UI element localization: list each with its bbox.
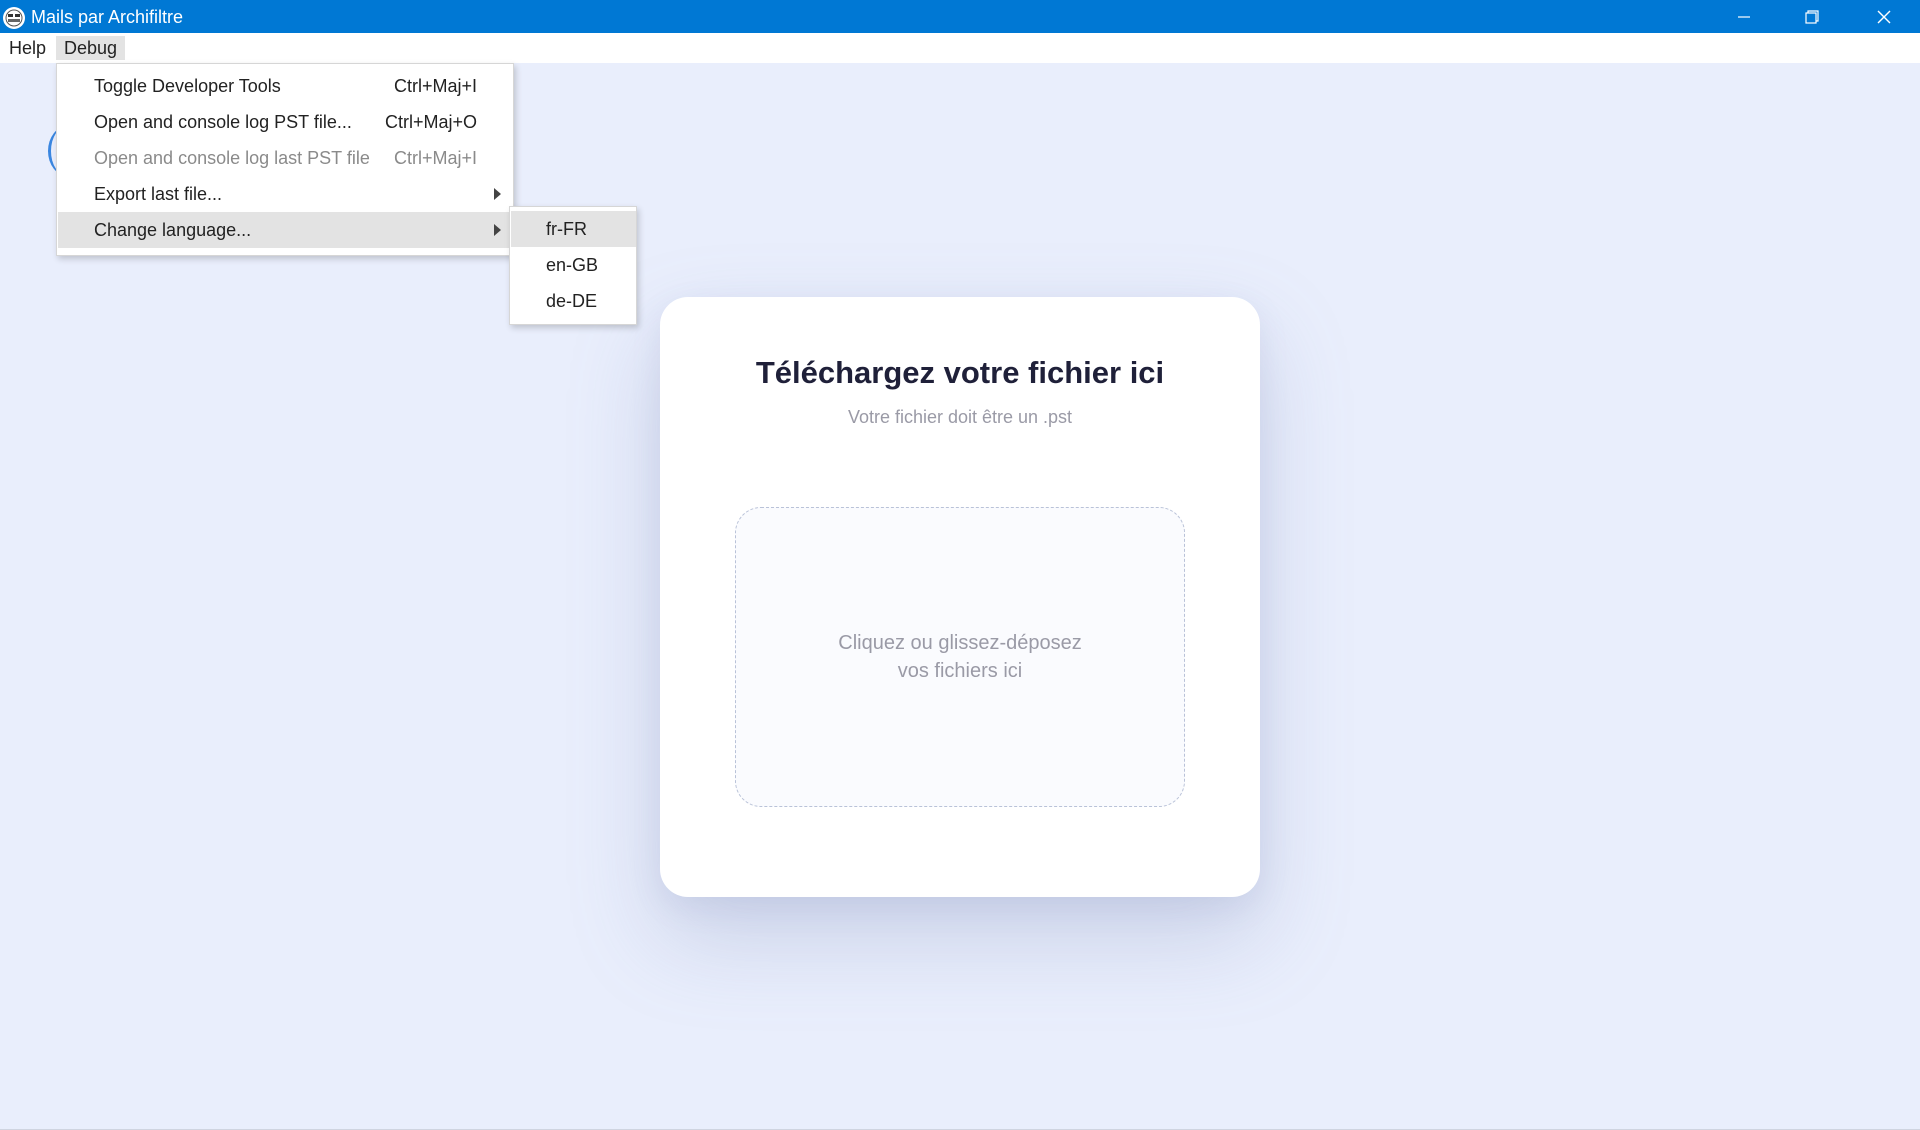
file-dropzone[interactable]: Cliquez ou glissez-déposez vos fichiers …: [735, 507, 1185, 807]
upload-subtitle: Votre fichier doit être un .pst: [847, 407, 1073, 427]
minimize-button[interactable]: [1710, 0, 1778, 33]
menu-item-label: Open and console log PST file...: [94, 112, 352, 132]
menu-item-change-language[interactable]: Change language...: [58, 212, 513, 248]
submenu-arrow-icon: [494, 224, 501, 236]
language-option-label: fr-FR: [546, 219, 587, 239]
window-title: Mails par Archifiltre: [31, 7, 184, 27]
dropzone-text-line-1: Cliquez ou glissez-déposez: [838, 632, 1082, 654]
language-option-fr-fr[interactable]: fr-FR: [511, 211, 636, 247]
restore-icon: [1805, 9, 1819, 24]
menu-item-shortcut: Ctrl+Maj+I: [393, 76, 477, 96]
menu-bar: Help Debug: [0, 33, 1920, 63]
language-option-label: de-DE: [546, 291, 598, 311]
language-option-en-gb[interactable]: en-GB: [511, 247, 636, 283]
upload-card: Téléchargez votre fichier ici Votre fich…: [660, 297, 1260, 897]
close-icon: [1877, 10, 1891, 23]
debug-menu-dropdown: Toggle Developer Tools Ctrl+Maj+I Open a…: [56, 63, 514, 256]
archifiltre-logo-icon: [3, 7, 25, 29]
menu-item-open-last-pst-file: Open and console log last PST file Ctrl+…: [58, 140, 513, 176]
menu-item-label: Export last file...: [94, 184, 223, 204]
submenu-arrow-icon: [494, 188, 501, 200]
language-option-de-de[interactable]: de-DE: [511, 283, 636, 319]
menu-item-shortcut: Ctrl+Maj+I: [393, 148, 477, 168]
dropzone-text: Cliquez ou glissez-déposez vos fichiers …: [810, 629, 1110, 685]
menu-item-shortcut: Ctrl+Maj+O: [384, 112, 477, 132]
menu-item-label: Change language...: [94, 220, 252, 240]
language-submenu: fr-FR en-GB de-DE: [509, 206, 637, 325]
menu-item-open-pst-file[interactable]: Open and console log PST file... Ctrl+Ma…: [58, 104, 513, 140]
language-option-label: en-GB: [546, 255, 599, 275]
menu-item-label: Toggle Developer Tools: [94, 76, 281, 96]
dropzone-text-line-2: vos fichiers ici: [897, 660, 1023, 682]
minimize-icon: [1738, 15, 1750, 18]
menu-help[interactable]: Help: [1, 36, 54, 60]
upload-title: Téléchargez votre fichier ici: [755, 355, 1165, 390]
window-titlebar: Mails par Archifiltre: [0, 0, 1920, 33]
menu-debug[interactable]: Debug: [56, 36, 126, 60]
menu-item-toggle-developer-tools[interactable]: Toggle Developer Tools Ctrl+Maj+I: [58, 68, 513, 104]
menu-item-export-last-file[interactable]: Export last file...: [58, 176, 513, 212]
restore-button[interactable]: [1778, 0, 1846, 33]
close-button[interactable]: [1850, 0, 1918, 33]
menu-item-label: Open and console log last PST file: [94, 148, 370, 168]
